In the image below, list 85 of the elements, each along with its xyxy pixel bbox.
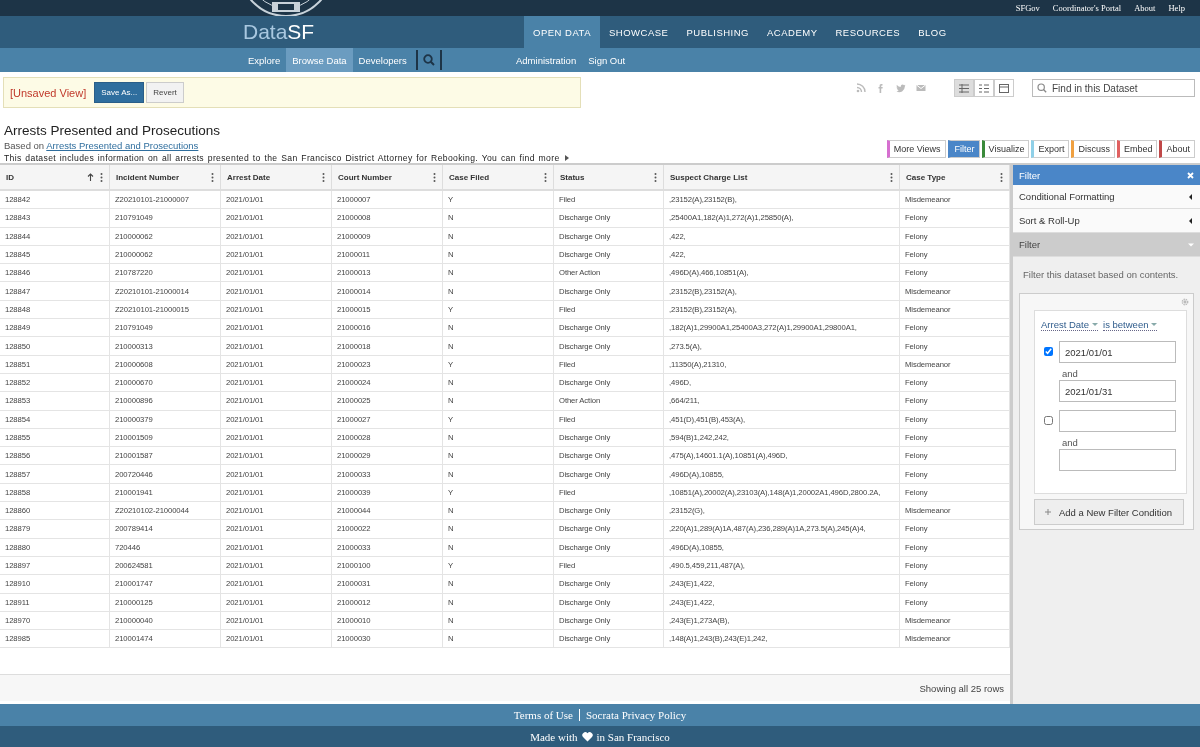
value-field[interactable] bbox=[1059, 449, 1176, 471]
caret-left-icon bbox=[1188, 193, 1194, 200]
column-menu-icon[interactable] bbox=[211, 172, 214, 182]
subnav-link[interactable]: Explore bbox=[242, 48, 287, 72]
column-menu-icon[interactable] bbox=[322, 172, 325, 182]
view-mode-button[interactable] bbox=[994, 79, 1014, 97]
card-icon[interactable] bbox=[999, 83, 1009, 93]
plus-icon bbox=[1045, 509, 1051, 515]
column-menu-icon[interactable] bbox=[100, 172, 103, 182]
top-link[interactable]: Help bbox=[1168, 3, 1185, 13]
column-header[interactable]: Status bbox=[554, 165, 664, 189]
column-header[interactable]: Case Type bbox=[900, 165, 1010, 189]
column-header[interactable]: Arrest Date bbox=[221, 165, 332, 189]
footer-link[interactable]: Socrata Privacy Policy bbox=[578, 709, 693, 721]
pane-tab[interactable]: Filter bbox=[947, 140, 980, 158]
table-icon[interactable] bbox=[959, 83, 969, 93]
value-checkbox[interactable] bbox=[1044, 416, 1053, 425]
caret-down-icon bbox=[1151, 322, 1158, 327]
row-count: Showing all 25 rows bbox=[919, 682, 1004, 694]
based-on-label: Based on bbox=[4, 140, 45, 151]
nav-tab[interactable]: ACADEMY bbox=[758, 16, 827, 48]
search-button[interactable] bbox=[415, 50, 442, 70]
save-as-button[interactable]: Save As... bbox=[94, 82, 145, 103]
revert-button[interactable]: Revert bbox=[146, 82, 184, 103]
top-link[interactable]: SFGov bbox=[1015, 3, 1040, 13]
sort-ascending-icon[interactable] bbox=[87, 173, 94, 181]
and-label: and bbox=[1061, 367, 1079, 380]
subnav-link[interactable]: Developers bbox=[352, 48, 413, 72]
column-dropdown[interactable]: Arrest Date bbox=[1041, 319, 1099, 331]
caret-down-icon bbox=[1092, 322, 1099, 327]
column-header[interactable]: ID bbox=[0, 165, 110, 189]
column-menu-icon[interactable] bbox=[1000, 172, 1003, 182]
column-header[interactable]: Court Number bbox=[332, 165, 443, 189]
site-logo[interactable]: DataSF bbox=[243, 16, 524, 48]
view-mode-button[interactable] bbox=[974, 79, 994, 97]
panel-section-header[interactable]: Conditional Formatting bbox=[1013, 185, 1200, 209]
column-header[interactable]: Suspect Charge List bbox=[664, 165, 900, 189]
footer-text: in San Francisco bbox=[596, 730, 670, 743]
view-mode-button[interactable] bbox=[954, 79, 974, 97]
footer-text: Made with bbox=[530, 730, 578, 743]
value-field[interactable] bbox=[1059, 410, 1176, 432]
nav-tab[interactable]: BLOG bbox=[909, 16, 956, 48]
and-label: and bbox=[1061, 436, 1079, 449]
caret-down-icon bbox=[1188, 241, 1194, 248]
operator-dropdown[interactable]: is between bbox=[1103, 319, 1158, 331]
nav-tab[interactable]: RESOURCES bbox=[826, 16, 910, 48]
source-link[interactable]: Arrests Presented and Prosecutions bbox=[46, 140, 199, 151]
panel-title: Filter bbox=[1019, 169, 1041, 181]
panel-section-header[interactable]: Sort & Roll-Up bbox=[1013, 209, 1200, 233]
top-link[interactable]: About bbox=[1134, 3, 1156, 13]
pane-tab[interactable]: About bbox=[1159, 140, 1195, 158]
column-menu-icon[interactable] bbox=[433, 172, 436, 182]
value-field[interactable]: 2021/01/31 bbox=[1059, 380, 1176, 402]
list-icon[interactable] bbox=[979, 83, 989, 93]
subnav-link[interactable]: Administration bbox=[510, 48, 583, 72]
pane-tab[interactable]: Embed bbox=[1116, 140, 1158, 158]
dataset-title: Arrests Presented and Prosecutions bbox=[4, 123, 222, 138]
subnav-link[interactable]: Sign Out bbox=[582, 48, 632, 72]
dataset-description: This dataset includes information on all arrests presented to the San Francisco District Attorney for Rebooking. You can find more bbox=[4, 153, 560, 163]
nav-tab[interactable]: SHOWCASE bbox=[600, 16, 678, 48]
top-link[interactable]: Coordinator's Portal bbox=[1052, 3, 1122, 13]
caret-left-icon bbox=[1188, 217, 1194, 224]
column-menu-icon[interactable] bbox=[654, 172, 657, 182]
column-menu-icon[interactable] bbox=[544, 172, 547, 182]
nav-tab[interactable]: PUBLISHING bbox=[677, 16, 758, 48]
panel-section-header[interactable]: Filter bbox=[1013, 233, 1200, 257]
pane-tab[interactable]: More Views bbox=[886, 140, 946, 158]
pane-tab[interactable]: Discuss bbox=[1071, 140, 1115, 158]
footer-link[interactable]: Terms of Use bbox=[507, 709, 579, 721]
value-field[interactable]: 2021/01/01 bbox=[1059, 341, 1176, 363]
nav-tab[interactable]: OPEN DATA bbox=[524, 16, 600, 48]
pane-tab[interactable]: Visualize bbox=[981, 140, 1030, 158]
search-icon[interactable] bbox=[422, 54, 435, 66]
value-checkbox[interactable] bbox=[1044, 347, 1053, 356]
view-status: [Unsaved View] bbox=[10, 86, 87, 99]
pane-tab[interactable]: Export bbox=[1031, 140, 1070, 158]
add-condition-button[interactable]: Add a New Filter Condition bbox=[1034, 499, 1184, 525]
column-header[interactable]: Case Filed bbox=[443, 165, 554, 189]
expand-arrow-icon[interactable] bbox=[564, 155, 569, 161]
heart-icon bbox=[581, 731, 593, 742]
close-icon[interactable] bbox=[1187, 171, 1194, 179]
filter-hint: Filter this dataset based on contents. bbox=[1023, 269, 1180, 280]
column-header[interactable]: Incident Number bbox=[110, 165, 221, 189]
search-field[interactable]: Find in this Dataset bbox=[1032, 79, 1195, 97]
column-menu-icon[interactable] bbox=[890, 172, 893, 182]
